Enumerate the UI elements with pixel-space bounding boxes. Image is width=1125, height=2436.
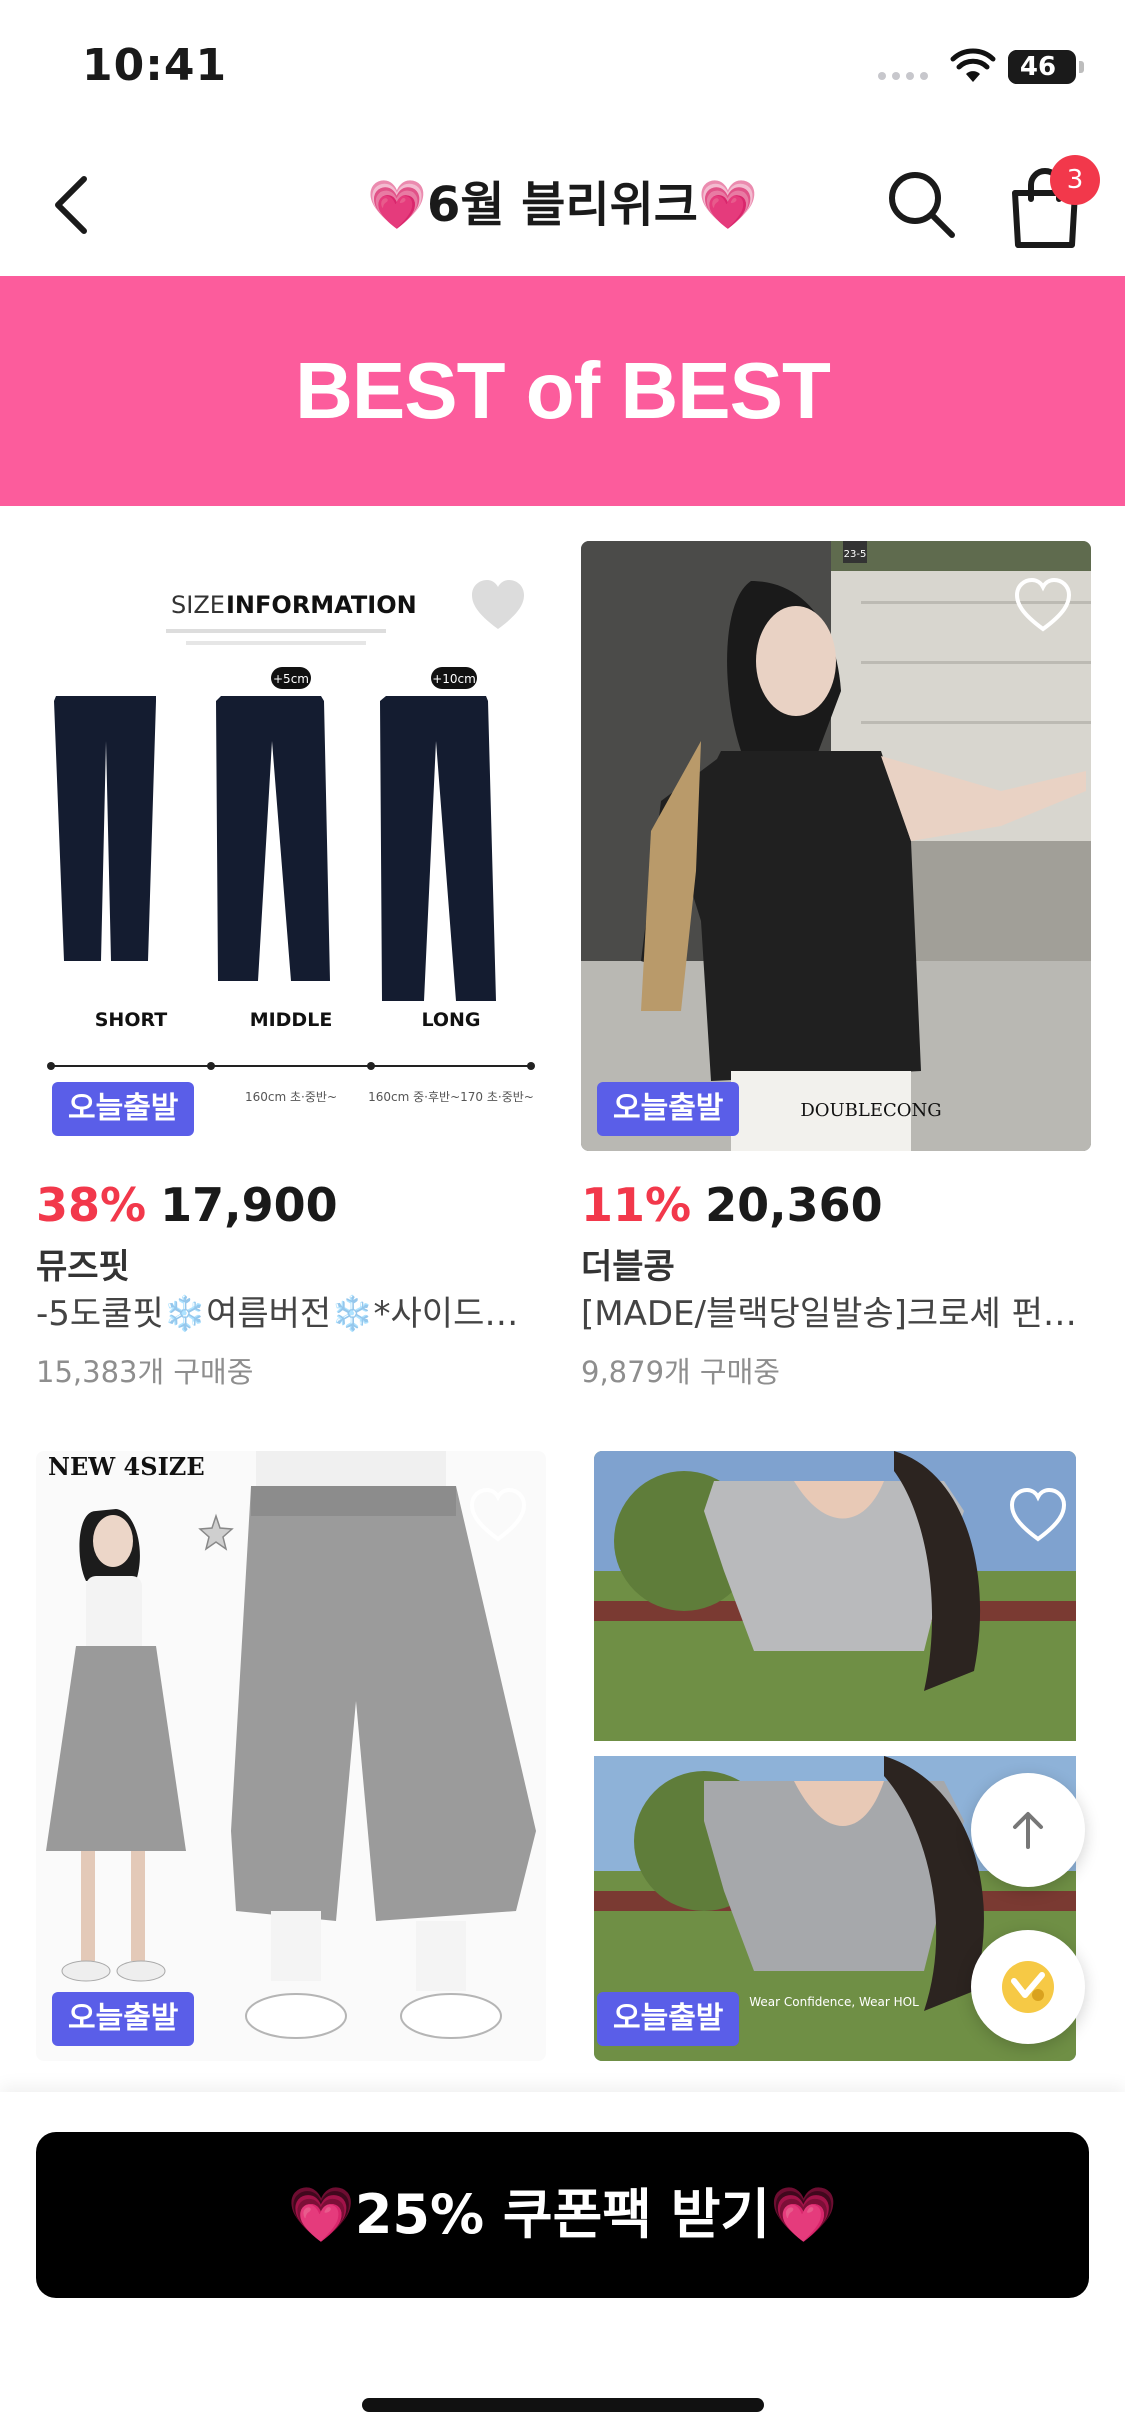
- coupon-pack-button[interactable]: 💗25% 쿠폰팩 받기💗: [36, 2132, 1089, 2298]
- home-indicator: [362, 2398, 764, 2412]
- product-card[interactable]: 23-5 DOUBLECONG 오늘출발 11% 20,360 더블콩 [MAD…: [581, 541, 1091, 1401]
- heart-icon[interactable]: [1006, 1485, 1070, 1545]
- product-name[interactable]: [MADE/블랙당일발송]크로셰 펀칭…: [581, 1286, 1081, 1335]
- wall-number-sign: 23-5: [844, 549, 867, 560]
- page-title: 💗6월 블리위크💗: [367, 177, 758, 233]
- discount-rate: 38%: [36, 1178, 147, 1232]
- chevron-left-icon[interactable]: [40, 165, 110, 245]
- battery-icon: 46: [1008, 50, 1076, 84]
- image-watermark: Wear Confidence, Wear HOL: [749, 1995, 919, 2009]
- search-icon[interactable]: [882, 165, 962, 245]
- battery-cap: [1079, 61, 1084, 73]
- arrow-up-icon: [1013, 1812, 1043, 1849]
- image-tag-text: NEW 4SIZE: [48, 1452, 205, 1481]
- battery-percent: 46: [1019, 52, 1057, 82]
- heart-icon[interactable]: [466, 1485, 530, 1545]
- price-row: 38% 17,900: [36, 1178, 338, 1232]
- product-name[interactable]: -5도쿨핏❄️여름버전❄️*사이드…: [36, 1286, 536, 1335]
- tag-long: +10cm: [432, 672, 476, 686]
- today-ship-badge: 오늘출발: [52, 1082, 195, 1136]
- nav-bar: 💗6월 블리위크💗: [0, 135, 1125, 275]
- size-heading-light: SIZE: [171, 591, 225, 619]
- today-ship-badge: 오늘출발: [52, 1992, 195, 2046]
- price: 17,900: [160, 1178, 338, 1232]
- heart-icon[interactable]: [1011, 575, 1075, 635]
- size-middle-label: MIDDLE: [250, 1009, 333, 1031]
- cart-count-badge: 3: [1050, 155, 1100, 205]
- price: 20,360: [705, 1178, 883, 1232]
- assistant-icon: [1002, 1961, 1054, 2013]
- assistant-button[interactable]: [971, 1930, 1085, 2044]
- brand-name[interactable]: 더블콩: [581, 1239, 675, 1288]
- status-time: 10:41: [82, 40, 228, 91]
- product-card[interactable]: SIZE INFORMATION +5cm +10cm SHORT MIDDLE…: [36, 541, 546, 1401]
- status-bar: 10:41 46: [0, 0, 1125, 135]
- discount-rate: 11%: [581, 1178, 692, 1232]
- caption-middle: 160cm 초·중반~: [245, 1090, 337, 1104]
- heart-icon[interactable]: [466, 575, 530, 635]
- product-card[interactable]: NEW 4SIZE 오늘출발: [36, 1451, 546, 2061]
- caption-long: 160cm 중·후반~170 초·중반~: [368, 1090, 534, 1104]
- best-banner: BEST of BEST: [0, 276, 1125, 506]
- size-long-label: LONG: [421, 1009, 480, 1031]
- wifi-icon: [950, 48, 996, 82]
- today-ship-badge: 오늘출발: [597, 1992, 740, 2046]
- today-ship-badge: 오늘출발: [597, 1082, 740, 1136]
- banner-title: BEST of BEST: [295, 346, 831, 435]
- size-heading-bold: INFORMATION: [226, 591, 417, 619]
- image-watermark: DOUBLECONG: [800, 1100, 941, 1121]
- price-row: 11% 20,360: [581, 1178, 883, 1232]
- tag-middle: +5cm: [273, 672, 309, 686]
- scroll-top-button[interactable]: [971, 1773, 1085, 1887]
- purchase-count: 9,879개 구매중: [581, 1355, 780, 1389]
- purchase-count: 15,383개 구매중: [36, 1355, 254, 1389]
- cellular-signal-icon: [878, 72, 928, 80]
- brand-name[interactable]: 뮤즈핏: [36, 1239, 130, 1288]
- size-short-label: SHORT: [95, 1009, 168, 1031]
